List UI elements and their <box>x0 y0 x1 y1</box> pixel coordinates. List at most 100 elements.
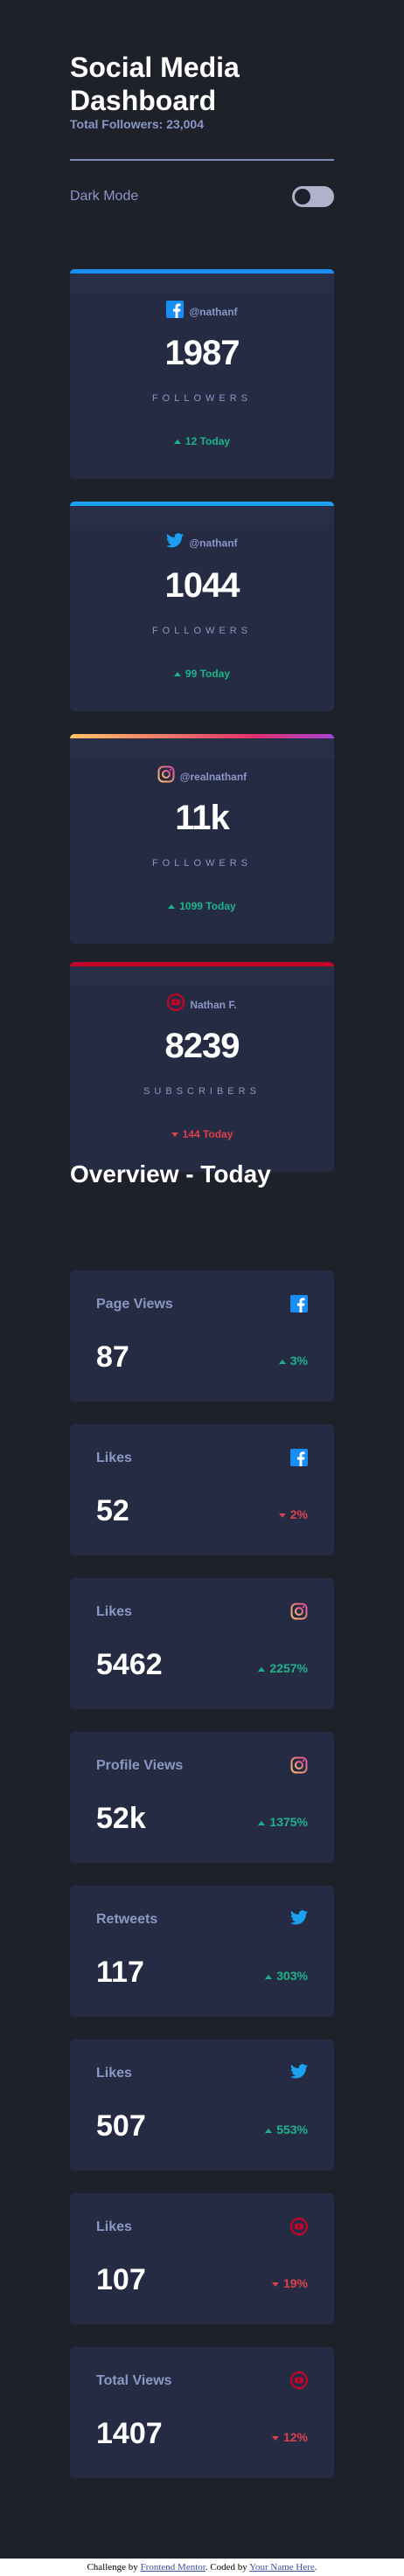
metric-change: 2% <box>278 1507 308 1521</box>
metric-label: Profile Views <box>96 1758 184 1773</box>
dark-mode-toggle[interactable] <box>292 186 334 207</box>
up-arrow-icon <box>258 1820 266 1825</box>
metric-change: 1375% <box>258 1815 308 1829</box>
overview-title: Overview - Today <box>70 1160 271 1188</box>
instagram-icon <box>290 1603 308 1624</box>
attribution-prefix: Challenge by <box>87 2562 138 2573</box>
metric-change: 553% <box>265 2122 308 2136</box>
metric-percent: 2% <box>289 1507 308 1521</box>
metric-percent: 12% <box>282 2430 308 2444</box>
overview-card[interactable]: Total Views 1407 12% <box>70 2347 334 2478</box>
instagram-icon <box>290 1756 308 1778</box>
follower-count: 1044 <box>164 566 240 605</box>
twitter-icon <box>290 2064 308 2083</box>
up-arrow-icon <box>265 2128 273 2133</box>
card-shade <box>70 738 334 758</box>
down-arrow-icon <box>271 2282 279 2287</box>
metric-value: 117 <box>96 1956 144 1989</box>
metric-value: 87 <box>96 1340 129 1374</box>
down-arrow-icon <box>278 1513 286 1518</box>
metric-label: Likes <box>96 1604 132 1619</box>
youtube-icon <box>289 2371 309 2393</box>
author-link[interactable]: Your Name Here <box>249 2562 315 2573</box>
overview-card[interactable]: Likes 5462 2257% <box>70 1578 334 1709</box>
metric-label: Likes <box>96 2066 132 2081</box>
card-youtube[interactable]: Nathan F. 8239 SUBSCRIBERS 144 Today <box>70 962 334 1172</box>
metric-label: Likes <box>96 2219 132 2234</box>
card-twitter[interactable]: @nathanf 1044 FOLLOWERS 99 Today <box>70 502 334 711</box>
down-arrow-icon <box>271 2435 279 2441</box>
metric-change: 12% <box>271 2430 308 2444</box>
follower-unit: FOLLOWERS <box>151 858 253 869</box>
card-handle: Nathan F. <box>190 999 237 1011</box>
up-arrow-icon <box>258 1666 266 1672</box>
twitter-icon <box>290 1910 308 1929</box>
metric-percent: 19% <box>282 2276 308 2290</box>
metric-change: 2257% <box>258 1661 308 1675</box>
card-handle-row: @nathanf <box>70 301 334 318</box>
metric-percent: 303% <box>276 1969 308 1983</box>
overview-card[interactable]: Page Views 87 3% <box>70 1271 334 1402</box>
metric-label: Page Views <box>96 1297 173 1312</box>
facebook-icon <box>166 301 185 323</box>
instagram-icon <box>157 765 175 788</box>
metric-value: 52 <box>96 1494 129 1527</box>
card-instagram[interactable]: @realnathanf 11k FOLLOWERS 1099 Today <box>70 734 334 944</box>
subscriber-count: 8239 <box>164 1027 240 1065</box>
overview-card[interactable]: Likes 52 2% <box>70 1424 334 1555</box>
overview-card[interactable]: Likes 507 553% <box>70 2039 334 2171</box>
attribution-suffix: . <box>314 2562 317 2573</box>
page-title: Social Media Dashboard <box>70 52 240 116</box>
metric-change: 19% <box>271 2276 308 2290</box>
up-arrow-icon <box>173 672 181 677</box>
card-handle: @nathanf <box>189 306 238 318</box>
metric-percent: 553% <box>276 2122 308 2136</box>
today-change: 12 Today <box>70 435 334 447</box>
attribution: Challenge by Frontend Mentor. Coded by Y… <box>0 2559 404 2576</box>
today-change: 1099 Today <box>70 900 334 912</box>
card-handle: @nathanf <box>189 537 238 550</box>
metric-change: 303% <box>265 1969 308 1983</box>
card-handle-row: @realnathanf <box>70 765 334 783</box>
today-value: 144 Today <box>182 1128 233 1140</box>
card-facebook[interactable]: @nathanf 1987 FOLLOWERS 12 Today <box>70 269 334 479</box>
frontend-mentor-link[interactable]: Frontend Mentor <box>141 2562 205 2573</box>
today-value: 12 Today <box>185 435 231 447</box>
today-value: 99 Today <box>185 668 231 680</box>
up-arrow-icon <box>168 904 176 910</box>
metric-percent: 3% <box>289 1354 308 1368</box>
today-value: 1099 Today <box>179 900 236 912</box>
card-shade <box>70 506 334 525</box>
dark-mode-row: Dark Mode <box>70 186 334 207</box>
toggle-knob[interactable] <box>295 189 310 204</box>
facebook-icon <box>290 1295 308 1317</box>
overview-card[interactable]: Likes 107 19% <box>70 2193 334 2324</box>
divider <box>70 159 334 161</box>
youtube-icon <box>167 993 185 1016</box>
card-handle: @realnathanf <box>179 771 247 783</box>
metric-value: 1407 <box>96 2417 163 2450</box>
attribution-middle: . Coded by <box>205 2562 247 2573</box>
up-arrow-icon <box>278 1359 286 1364</box>
dark-mode-label: Dark Mode <box>70 189 139 204</box>
follower-count: 11k <box>175 799 230 837</box>
follower-unit: FOLLOWERS <box>151 626 253 636</box>
twitter-icon <box>166 533 185 553</box>
metric-label: Total Views <box>96 2373 172 2388</box>
follower-unit: FOLLOWERS <box>151 393 253 404</box>
metric-value: 107 <box>96 2263 146 2296</box>
card-handle-row: @nathanf <box>70 533 334 551</box>
card-handle-row: Nathan F. <box>70 993 334 1012</box>
metric-percent: 1375% <box>269 1815 308 1829</box>
youtube-icon <box>289 2217 309 2240</box>
metric-label: Likes <box>96 1451 132 1465</box>
metric-change: 3% <box>278 1354 308 1368</box>
facebook-icon <box>290 1449 308 1471</box>
up-arrow-icon <box>265 1974 273 1979</box>
card-shade <box>70 274 334 293</box>
follower-count: 1987 <box>164 334 240 372</box>
overview-card[interactable]: Profile Views 52k 1375% <box>70 1732 334 1863</box>
subscriber-unit: SUBSCRIBERS <box>143 1086 261 1097</box>
metric-label: Retweets <box>96 1912 158 1927</box>
overview-card[interactable]: Retweets 117 303% <box>70 1886 334 2017</box>
